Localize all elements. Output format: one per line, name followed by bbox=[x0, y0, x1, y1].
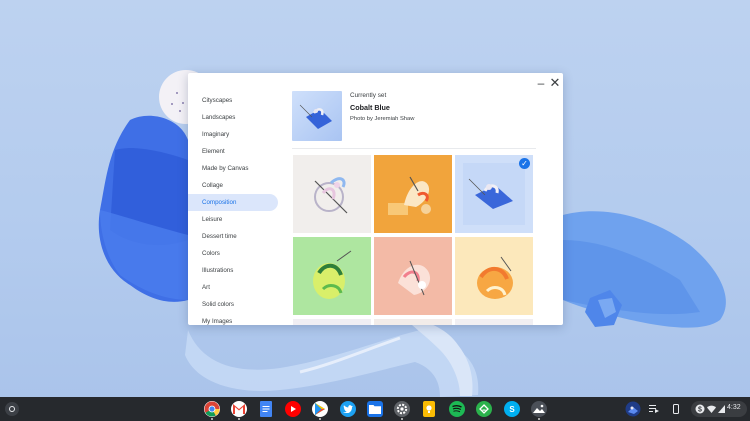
wallpaper-tile[interactable] bbox=[293, 155, 371, 233]
sidebar-item-made-by-canvas[interactable]: Made by Canvas bbox=[188, 160, 280, 177]
wallpaper-tile[interactable] bbox=[455, 319, 533, 325]
sidebar-item-landscapes[interactable]: Landscapes bbox=[188, 109, 280, 126]
svg-text:S: S bbox=[509, 405, 515, 414]
wallpaper-picker-window: – ✕ Cityscapes Landscapes Imaginary Elem… bbox=[188, 73, 563, 325]
sidebar-item-element[interactable]: Element bbox=[188, 143, 280, 160]
phone-hub-icon[interactable] bbox=[671, 401, 681, 417]
wallpaper-tile[interactable] bbox=[293, 319, 371, 325]
sidebar-item-illustrations[interactable]: Illustrations bbox=[188, 262, 280, 279]
wifi-icon bbox=[707, 405, 716, 413]
skype-icon[interactable]: S bbox=[504, 401, 520, 417]
divider bbox=[292, 148, 536, 149]
sidebar-item-collage[interactable]: Collage bbox=[188, 177, 280, 194]
category-sidebar: Cityscapes Landscapes Imaginary Element … bbox=[188, 92, 280, 325]
playlist-icon[interactable] bbox=[648, 401, 660, 417]
wallpaper-tile[interactable] bbox=[374, 237, 452, 315]
svg-text:$: $ bbox=[698, 407, 702, 414]
docs-icon[interactable] bbox=[258, 401, 274, 417]
wallpaper-tile-selected[interactable]: ✓ bbox=[455, 155, 533, 233]
sidebar-item-solid-colors[interactable]: Solid colors bbox=[188, 296, 280, 313]
wallpaper-tile[interactable] bbox=[374, 319, 452, 325]
clock-time: 4:32 bbox=[727, 404, 741, 411]
account-avatar[interactable] bbox=[625, 401, 641, 417]
launcher-button[interactable] bbox=[5, 402, 19, 416]
sidebar-item-composition[interactable]: Composition bbox=[188, 194, 278, 211]
sidebar-item-cityscapes[interactable]: Cityscapes bbox=[188, 92, 280, 109]
selected-check-icon: ✓ bbox=[519, 158, 530, 169]
sidebar-item-art[interactable]: Art bbox=[188, 279, 280, 296]
gmail-icon[interactable] bbox=[231, 401, 247, 417]
sidebar-item-my-images[interactable]: My Images bbox=[188, 313, 280, 325]
sidebar-item-dessert-time[interactable]: Dessert time bbox=[188, 228, 280, 245]
files-icon[interactable] bbox=[367, 401, 383, 417]
minimize-button[interactable]: – bbox=[534, 76, 548, 90]
wallpaper-app-icon[interactable] bbox=[531, 401, 547, 417]
play-store-icon[interactable] bbox=[312, 401, 328, 417]
chrome-icon[interactable] bbox=[204, 401, 220, 417]
shelf: S $ 4:32 bbox=[0, 397, 750, 421]
sidebar-item-leisure[interactable]: Leisure bbox=[188, 211, 280, 228]
spotify-icon[interactable] bbox=[449, 401, 465, 417]
wallpaper-tile[interactable] bbox=[374, 155, 452, 233]
sidebar-item-colors[interactable]: Colors bbox=[188, 245, 280, 262]
current-wallpaper-author: Photo by Jeremiah Shaw bbox=[350, 116, 414, 122]
current-wallpaper-thumbnail bbox=[292, 91, 342, 141]
dollar-icon: $ bbox=[695, 404, 705, 414]
battery-icon bbox=[718, 405, 725, 413]
keep-icon[interactable] bbox=[423, 401, 435, 417]
twitter-icon[interactable] bbox=[340, 401, 356, 417]
current-wallpaper-name: Cobalt Blue bbox=[350, 103, 390, 112]
system-tray[interactable]: $ 4:32 bbox=[691, 401, 747, 417]
sidebar-item-imaginary[interactable]: Imaginary bbox=[188, 126, 280, 143]
wallpaper-tile[interactable] bbox=[455, 237, 533, 315]
youtube-icon[interactable] bbox=[285, 401, 301, 417]
settings-icon[interactable] bbox=[394, 401, 410, 417]
wallpaper-tile[interactable] bbox=[293, 237, 371, 315]
close-button[interactable]: ✕ bbox=[548, 76, 562, 90]
feedly-icon[interactable] bbox=[476, 401, 492, 417]
currently-set-label: Currently set bbox=[350, 92, 386, 99]
